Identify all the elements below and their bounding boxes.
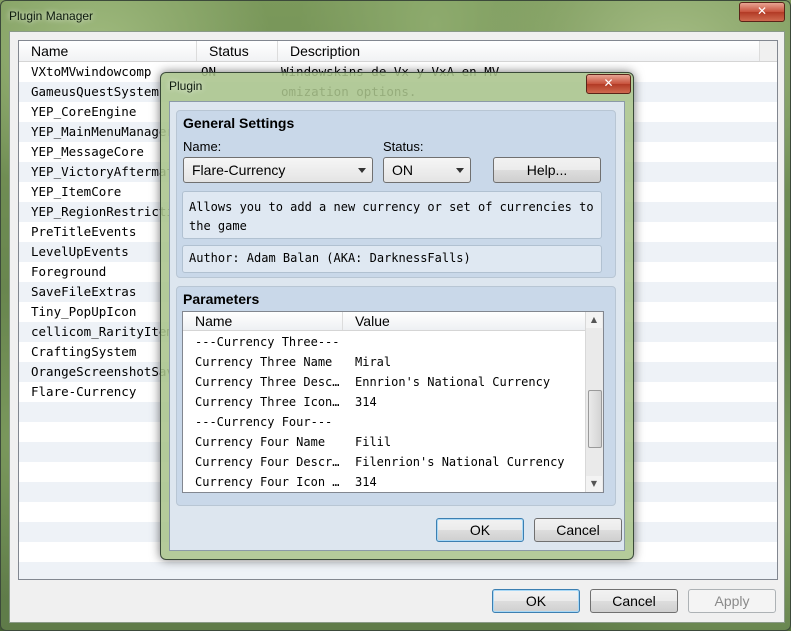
parameter-name: ---Currency Three--- — [195, 335, 340, 349]
status-select-value: ON — [392, 162, 413, 178]
column-header-param-name[interactable]: Name — [183, 312, 343, 330]
dialog-ok-button[interactable]: OK — [436, 518, 524, 542]
plugin-dialog: Plugin ✕ General Settings Name: Flare-Cu… — [160, 72, 634, 560]
column-header-description[interactable]: Description — [278, 41, 760, 61]
parameters-scrollbar[interactable]: ▲ ▼ — [585, 312, 603, 492]
column-header-status[interactable]: Status — [197, 41, 278, 61]
general-settings-group: General Settings Name: Flare-Currency St… — [176, 110, 616, 278]
parameter-value: Ennrion's National Currency — [355, 375, 551, 389]
parameter-name: Currency Four Name — [195, 435, 326, 449]
list-row[interactable] — [19, 562, 777, 579]
parameter-name: Currency Four Icon … — [195, 475, 340, 489]
parameters-list[interactable]: Name Value ---Currency Three--- Currency … — [182, 311, 604, 493]
chevron-down-icon — [358, 168, 366, 173]
parameter-row[interactable]: ---Currency Three--- — [183, 332, 586, 352]
dialog-cancel-button[interactable]: Cancel — [534, 518, 622, 542]
parameter-value: 314 — [355, 395, 377, 409]
parameter-row[interactable]: Currency Four Name Filil — [183, 432, 586, 452]
list-header: Name Status Description — [19, 41, 777, 62]
ok-button[interactable]: OK — [492, 589, 580, 613]
close-icon[interactable]: ✕ — [739, 2, 785, 22]
parameter-row[interactable]: Currency Three Desc… Ennrion's National C… — [183, 372, 586, 392]
parameter-value: Filenrion's National Currency — [355, 455, 565, 469]
parameter-row[interactable]: Currency Four Icon … 314 — [183, 472, 586, 492]
parameter-row[interactable]: Currency Three Name Miral — [183, 352, 586, 372]
parameter-row[interactable]: Currency Four Descr… Filenrion's National… — [183, 452, 586, 472]
plugin-author: Author: Adam Balan (AKA: DarknessFalls) — [182, 245, 602, 273]
scrollbar-thumb[interactable] — [588, 390, 602, 448]
parameter-name: Currency Three Name — [195, 355, 333, 369]
name-select-value: Flare-Currency — [192, 162, 286, 178]
status-select[interactable]: ON — [383, 157, 471, 183]
dialog-client-area: General Settings Name: Flare-Currency St… — [169, 101, 625, 551]
dialog-close-icon[interactable]: ✕ — [586, 74, 631, 94]
cancel-button[interactable]: Cancel — [590, 589, 678, 613]
column-header-name[interactable]: Name — [19, 41, 197, 61]
general-settings-title: General Settings — [183, 115, 295, 131]
parameters-header: Name Value — [183, 312, 586, 331]
help-button[interactable]: Help... — [493, 157, 601, 183]
header-scroll-corner — [759, 41, 777, 61]
name-label: Name: — [183, 139, 222, 154]
status-label: Status: — [383, 139, 424, 154]
scroll-down-icon[interactable]: ▼ — [586, 476, 602, 492]
parameter-value: 314 — [355, 475, 377, 489]
plugin-description: Allows you to add a new currency or set … — [182, 191, 602, 239]
parameter-row[interactable]: ---Currency Four--- — [183, 412, 586, 432]
parameters-title: Parameters — [183, 291, 260, 307]
window-title: Plugin Manager — [9, 9, 94, 23]
dialog-title: Plugin — [169, 79, 203, 93]
parameters-group: Parameters Name Value ---Currency Three-… — [176, 286, 616, 506]
name-select[interactable]: Flare-Currency — [183, 157, 373, 183]
parameter-value: Miral — [355, 355, 392, 369]
scroll-up-icon[interactable]: ▲ — [586, 312, 602, 328]
apply-button[interactable]: Apply — [688, 589, 776, 613]
parameter-name: Currency Four Descr… — [195, 455, 340, 469]
parameter-name: Currency Three Icon… — [195, 395, 340, 409]
parameter-value: Filil — [355, 435, 392, 449]
parameter-name: Currency Three Desc… — [195, 375, 340, 389]
column-header-param-value[interactable]: Value — [343, 312, 586, 330]
chevron-down-icon — [456, 168, 464, 173]
parameter-name: ---Currency Four--- — [195, 415, 333, 429]
parameter-row[interactable]: Currency Three Icon… 314 — [183, 392, 586, 412]
